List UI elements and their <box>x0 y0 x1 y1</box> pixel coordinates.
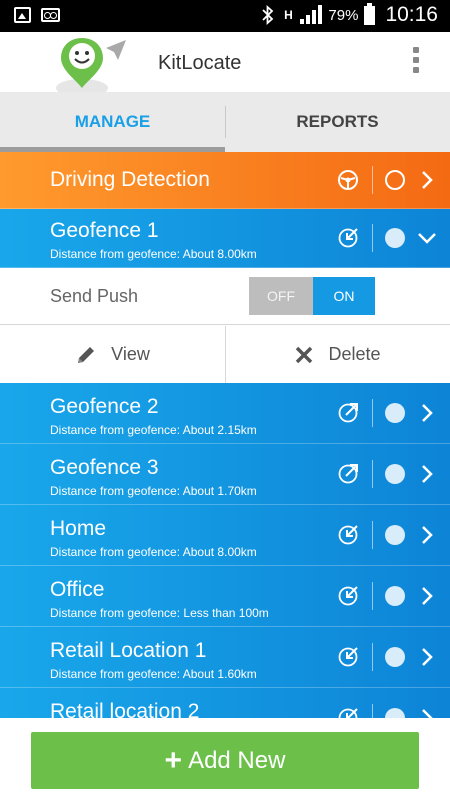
row-title: Driving Detection <box>50 168 210 191</box>
bluetooth-icon <box>262 5 274 25</box>
delete-label: Delete <box>328 344 381 364</box>
chevron-right-icon[interactable] <box>418 169 436 191</box>
chevron-right-icon[interactable] <box>418 585 436 607</box>
view-button[interactable]: View <box>0 326 225 383</box>
battery-percent: 79% <box>328 6 359 24</box>
close-icon <box>296 346 313 363</box>
tab-divider <box>225 106 226 138</box>
send-push-toggle[interactable]: OFF ON <box>249 277 375 315</box>
row-subtitle: Distance from geofence: About 8.00km <box>50 247 257 261</box>
geofence-row[interactable]: Office Distance from geofence: Less than… <box>0 566 450 627</box>
row-subtitle: Distance from geofence: About 2.15km <box>50 423 257 437</box>
geofence-row[interactable]: Geofence 3 Distance from geofence: About… <box>0 444 450 505</box>
geofence-enter-icon <box>338 647 358 667</box>
tab-manage[interactable]: MANAGE <box>0 92 225 152</box>
kitlocate-logo-icon <box>56 38 126 92</box>
geofence-exit-icon <box>338 403 358 423</box>
clock: 10:16 <box>385 3 438 26</box>
app-bar: KitLocate <box>0 32 450 92</box>
tab-reports[interactable]: REPORTS <box>225 92 450 152</box>
voicemail-notification-icon <box>41 8 60 22</box>
chevron-right-icon[interactable] <box>418 524 436 546</box>
row-subtitle: Distance from geofence: About 8.00km <box>50 545 257 559</box>
chevron-right-icon[interactable] <box>418 463 436 485</box>
network-type: H <box>284 8 293 22</box>
view-label: View <box>111 344 150 364</box>
row-subtitle: Distance from geofence: About 1.60km <box>50 667 257 681</box>
plus-icon: + <box>164 743 183 777</box>
row-title: Geofence 2 <box>50 395 159 418</box>
geofence-row[interactable]: Geofence 2 Distance from geofence: About… <box>0 383 450 444</box>
geofence-enter-icon <box>338 586 358 606</box>
chevron-right-icon[interactable] <box>418 646 436 668</box>
toggle-circle[interactable] <box>385 464 405 484</box>
push-on-option[interactable]: ON <box>313 277 375 315</box>
row-subtitle: Distance from geofence: Less than 100m <box>50 606 269 620</box>
geofence-enter-icon <box>338 525 358 545</box>
steering-wheel-icon <box>338 170 358 190</box>
geofence-row[interactable]: Home Distance from geofence: About 8.00k… <box>0 505 450 566</box>
signal-icon <box>300 5 323 25</box>
row-subtitle: Distance from geofence: About 1.70km <box>50 484 257 498</box>
geofence-row[interactable]: Geofence 1 Distance from geofence: About… <box>0 209 450 268</box>
send-push-row: Send Push OFF ON <box>0 268 450 325</box>
geofence-row[interactable]: Retail Location 1 Distance from geofence… <box>0 627 450 688</box>
toggle-circle[interactable] <box>385 403 405 423</box>
row-title: Retail Location 1 <box>50 639 207 662</box>
app-title: KitLocate <box>158 52 242 74</box>
geofence-exit-icon <box>338 464 358 484</box>
row-title: Geofence 1 <box>50 219 159 242</box>
geofence-enter-icon <box>338 228 358 248</box>
toggle-circle[interactable] <box>385 647 405 667</box>
send-push-label: Send Push <box>50 286 139 306</box>
geofence-actions: View Delete <box>0 326 450 383</box>
status-bar: H 79% 10:16 <box>0 0 450 32</box>
overflow-menu-icon[interactable] <box>412 47 420 75</box>
bottom-bar: + Add New <box>0 718 450 800</box>
driving-detection-row[interactable]: Driving Detection <box>0 152 450 209</box>
add-new-label: Add New <box>188 746 286 774</box>
push-off-option[interactable]: OFF <box>249 277 313 315</box>
row-title: Geofence 3 <box>50 456 159 479</box>
tab-bar: MANAGE REPORTS <box>0 92 450 152</box>
delete-button[interactable]: Delete <box>225 326 450 383</box>
row-title: Office <box>50 578 105 601</box>
toggle-circle[interactable] <box>385 228 405 248</box>
toggle-circle[interactable] <box>385 586 405 606</box>
battery-icon <box>364 2 376 25</box>
pencil-icon <box>78 346 95 363</box>
toggle-circle[interactable] <box>385 170 405 190</box>
row-title: Home <box>50 517 107 540</box>
chevron-down-icon[interactable] <box>416 227 438 249</box>
chevron-right-icon[interactable] <box>418 402 436 424</box>
add-new-button[interactable]: + Add New <box>31 732 419 789</box>
gallery-notification-icon <box>14 7 31 23</box>
toggle-circle[interactable] <box>385 525 405 545</box>
